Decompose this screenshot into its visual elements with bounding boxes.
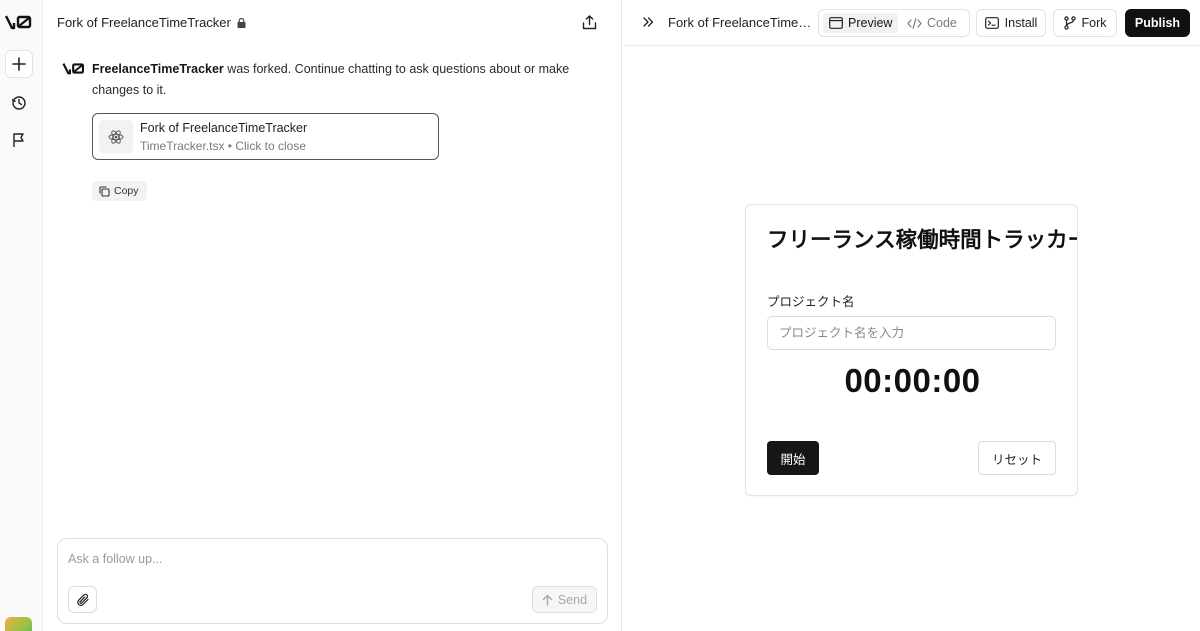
fork-label: Fork xyxy=(1081,16,1107,30)
plus-icon xyxy=(12,57,26,71)
git-fork-icon xyxy=(1063,16,1076,30)
attach-button[interactable] xyxy=(68,586,97,613)
file-card-name: Fork of FreelanceTimeTracker xyxy=(140,121,308,135)
send-label: Send xyxy=(557,592,588,607)
copy-button[interactable]: Copy xyxy=(92,181,147,201)
v0-logo-icon[interactable] xyxy=(4,14,33,30)
chat-header: Fork of FreelanceTimeTracker xyxy=(43,0,622,44)
double-chevron-right-icon xyxy=(643,17,654,27)
history-button[interactable] xyxy=(5,89,33,117)
chat-title-text: Fork of FreelanceTimeTracker xyxy=(57,15,231,30)
arrow-up-icon xyxy=(542,594,553,606)
avatar[interactable] xyxy=(5,617,32,631)
v0-logo-icon xyxy=(62,62,86,75)
chat-title: Fork of FreelanceTimeTracker xyxy=(57,15,246,30)
share-button[interactable] xyxy=(578,11,600,33)
assistant-message: FreelanceTimeTracker was forked. Continu… xyxy=(92,59,592,100)
terminal-icon xyxy=(984,17,999,29)
app-title: フリーランス稼働時間トラッカー xyxy=(767,228,1078,252)
flag-icon xyxy=(13,133,24,147)
time-tracker-card: フリーランス稼働時間トラッカー プロジェクト名 00:00:00 開始 リセット xyxy=(745,204,1078,496)
collapse-button[interactable] xyxy=(640,14,656,30)
install-label: Install xyxy=(1004,16,1038,30)
lock-icon xyxy=(237,17,246,28)
copy-label: Copy xyxy=(114,185,139,197)
code-icon xyxy=(907,17,922,29)
tab-preview[interactable]: Preview xyxy=(823,13,899,33)
react-icon xyxy=(99,120,133,154)
project-name-input[interactable] xyxy=(767,316,1056,350)
tab-code-label: Code xyxy=(927,16,957,30)
left-rail xyxy=(0,0,43,631)
follow-up-input[interactable] xyxy=(68,549,588,569)
preview-header: Fork of FreelanceTimeTracker Preview Cod… xyxy=(622,0,1200,46)
file-card[interactable]: Fork of FreelanceTimeTracker TimeTracker… xyxy=(92,113,439,160)
browser-window-icon xyxy=(829,17,843,29)
reset-button[interactable]: リセット xyxy=(978,441,1056,475)
new-chat-button[interactable] xyxy=(5,50,33,78)
paperclip-icon xyxy=(76,593,89,606)
share-icon xyxy=(582,14,596,29)
chat-panel: Fork of FreelanceTimeTracker FreelanceTi… xyxy=(43,0,622,631)
start-button[interactable]: 開始 xyxy=(767,441,819,475)
preview-title: Fork of FreelanceTimeTracker xyxy=(668,15,812,30)
copy-icon xyxy=(99,185,110,197)
fork-button[interactable]: Fork xyxy=(1053,9,1117,37)
send-button[interactable]: Send xyxy=(532,586,597,613)
composer: Send xyxy=(57,538,608,624)
publish-button[interactable]: Publish xyxy=(1125,9,1190,37)
tab-code[interactable]: Code xyxy=(901,13,963,33)
view-toggle: Preview Code xyxy=(818,9,970,37)
tab-preview-label: Preview xyxy=(848,16,893,30)
message-project-name: FreelanceTimeTracker xyxy=(92,62,224,76)
project-name-label: プロジェクト名 xyxy=(767,295,855,309)
install-button[interactable]: Install xyxy=(976,9,1046,37)
preview-panel: Fork of FreelanceTimeTracker Preview Cod… xyxy=(622,0,1200,631)
file-card-subtitle: TimeTracker.tsx • Click to close xyxy=(140,139,307,153)
feedback-button[interactable] xyxy=(5,126,33,154)
history-icon xyxy=(11,96,26,110)
timer-display: 00:00:00 xyxy=(844,362,981,399)
